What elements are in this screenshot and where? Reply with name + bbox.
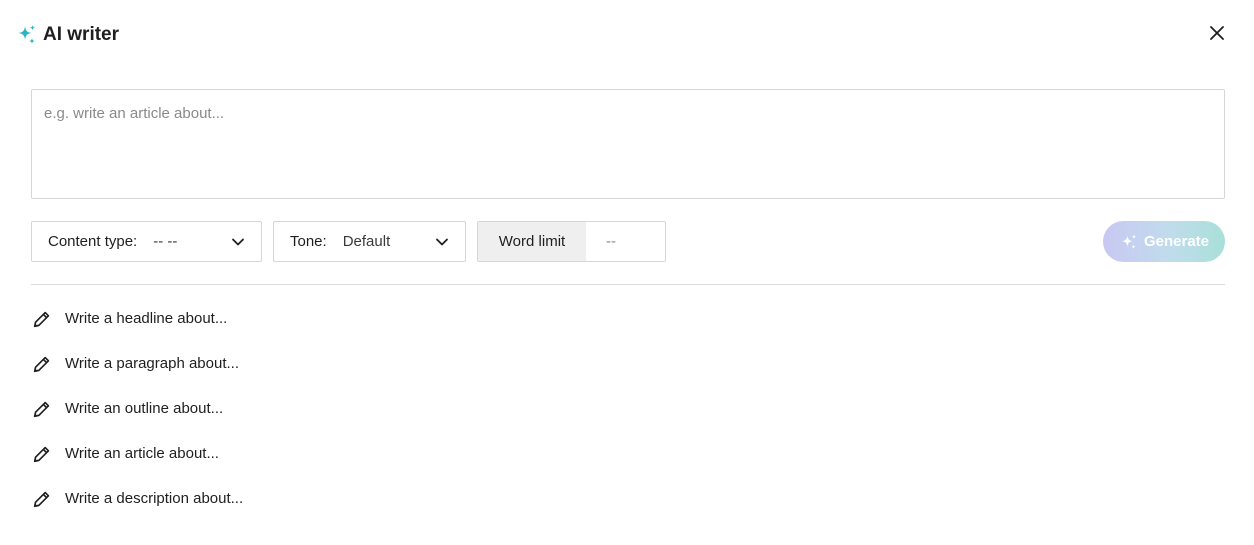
suggestion-label: Write a headline about... bbox=[65, 310, 228, 327]
pencil-icon bbox=[33, 491, 50, 507]
tone-dropdown[interactable]: Tone: Default bbox=[273, 221, 466, 262]
prompt-input[interactable] bbox=[31, 89, 1225, 199]
options-bar: Content type: -- -- Tone: Default Word l… bbox=[31, 221, 666, 262]
close-button[interactable] bbox=[1208, 24, 1226, 42]
chevron-down-icon bbox=[232, 238, 244, 245]
pencil-icon bbox=[33, 356, 50, 372]
divider bbox=[31, 284, 1225, 285]
generate-button[interactable]: Generate bbox=[1103, 221, 1225, 262]
suggestion-item[interactable]: Write a paragraph about... bbox=[31, 341, 243, 386]
suggestion-list: Write a headline about... Write a paragr… bbox=[31, 296, 243, 521]
suggestion-item[interactable]: Write a headline about... bbox=[31, 296, 243, 341]
sparkle-icon bbox=[1121, 234, 1137, 249]
word-limit-input[interactable] bbox=[586, 222, 665, 261]
content-type-dropdown[interactable]: Content type: -- -- bbox=[31, 221, 262, 262]
close-icon bbox=[1210, 26, 1224, 40]
suggestion-label: Write a paragraph about... bbox=[65, 355, 239, 372]
content-type-value: -- -- bbox=[153, 233, 178, 250]
suggestion-label: Write an article about... bbox=[65, 445, 219, 462]
suggestion-label: Write an outline about... bbox=[65, 400, 224, 417]
suggestion-label: Write a description about... bbox=[65, 490, 244, 507]
dialog-header: AI writer bbox=[14, 20, 119, 50]
tone-label: Tone: bbox=[290, 233, 327, 250]
pencil-icon bbox=[33, 401, 50, 417]
suggestion-item[interactable]: Write an article about... bbox=[31, 431, 243, 476]
generate-label: Generate bbox=[1143, 233, 1210, 250]
chevron-down-icon bbox=[436, 238, 448, 245]
suggestion-item[interactable]: Write an outline about... bbox=[31, 386, 243, 431]
word-limit-field: Word limit bbox=[477, 221, 666, 262]
pencil-icon bbox=[33, 311, 50, 327]
suggestion-item[interactable]: Write a description about... bbox=[31, 476, 243, 521]
dialog-title: AI writer bbox=[43, 24, 120, 45]
sparkle-icon bbox=[18, 25, 35, 44]
tone-value: Default bbox=[342, 233, 391, 250]
content-type-label: Content type: bbox=[48, 233, 138, 250]
word-limit-label: Word limit bbox=[478, 222, 586, 261]
pencil-icon bbox=[33, 446, 50, 462]
